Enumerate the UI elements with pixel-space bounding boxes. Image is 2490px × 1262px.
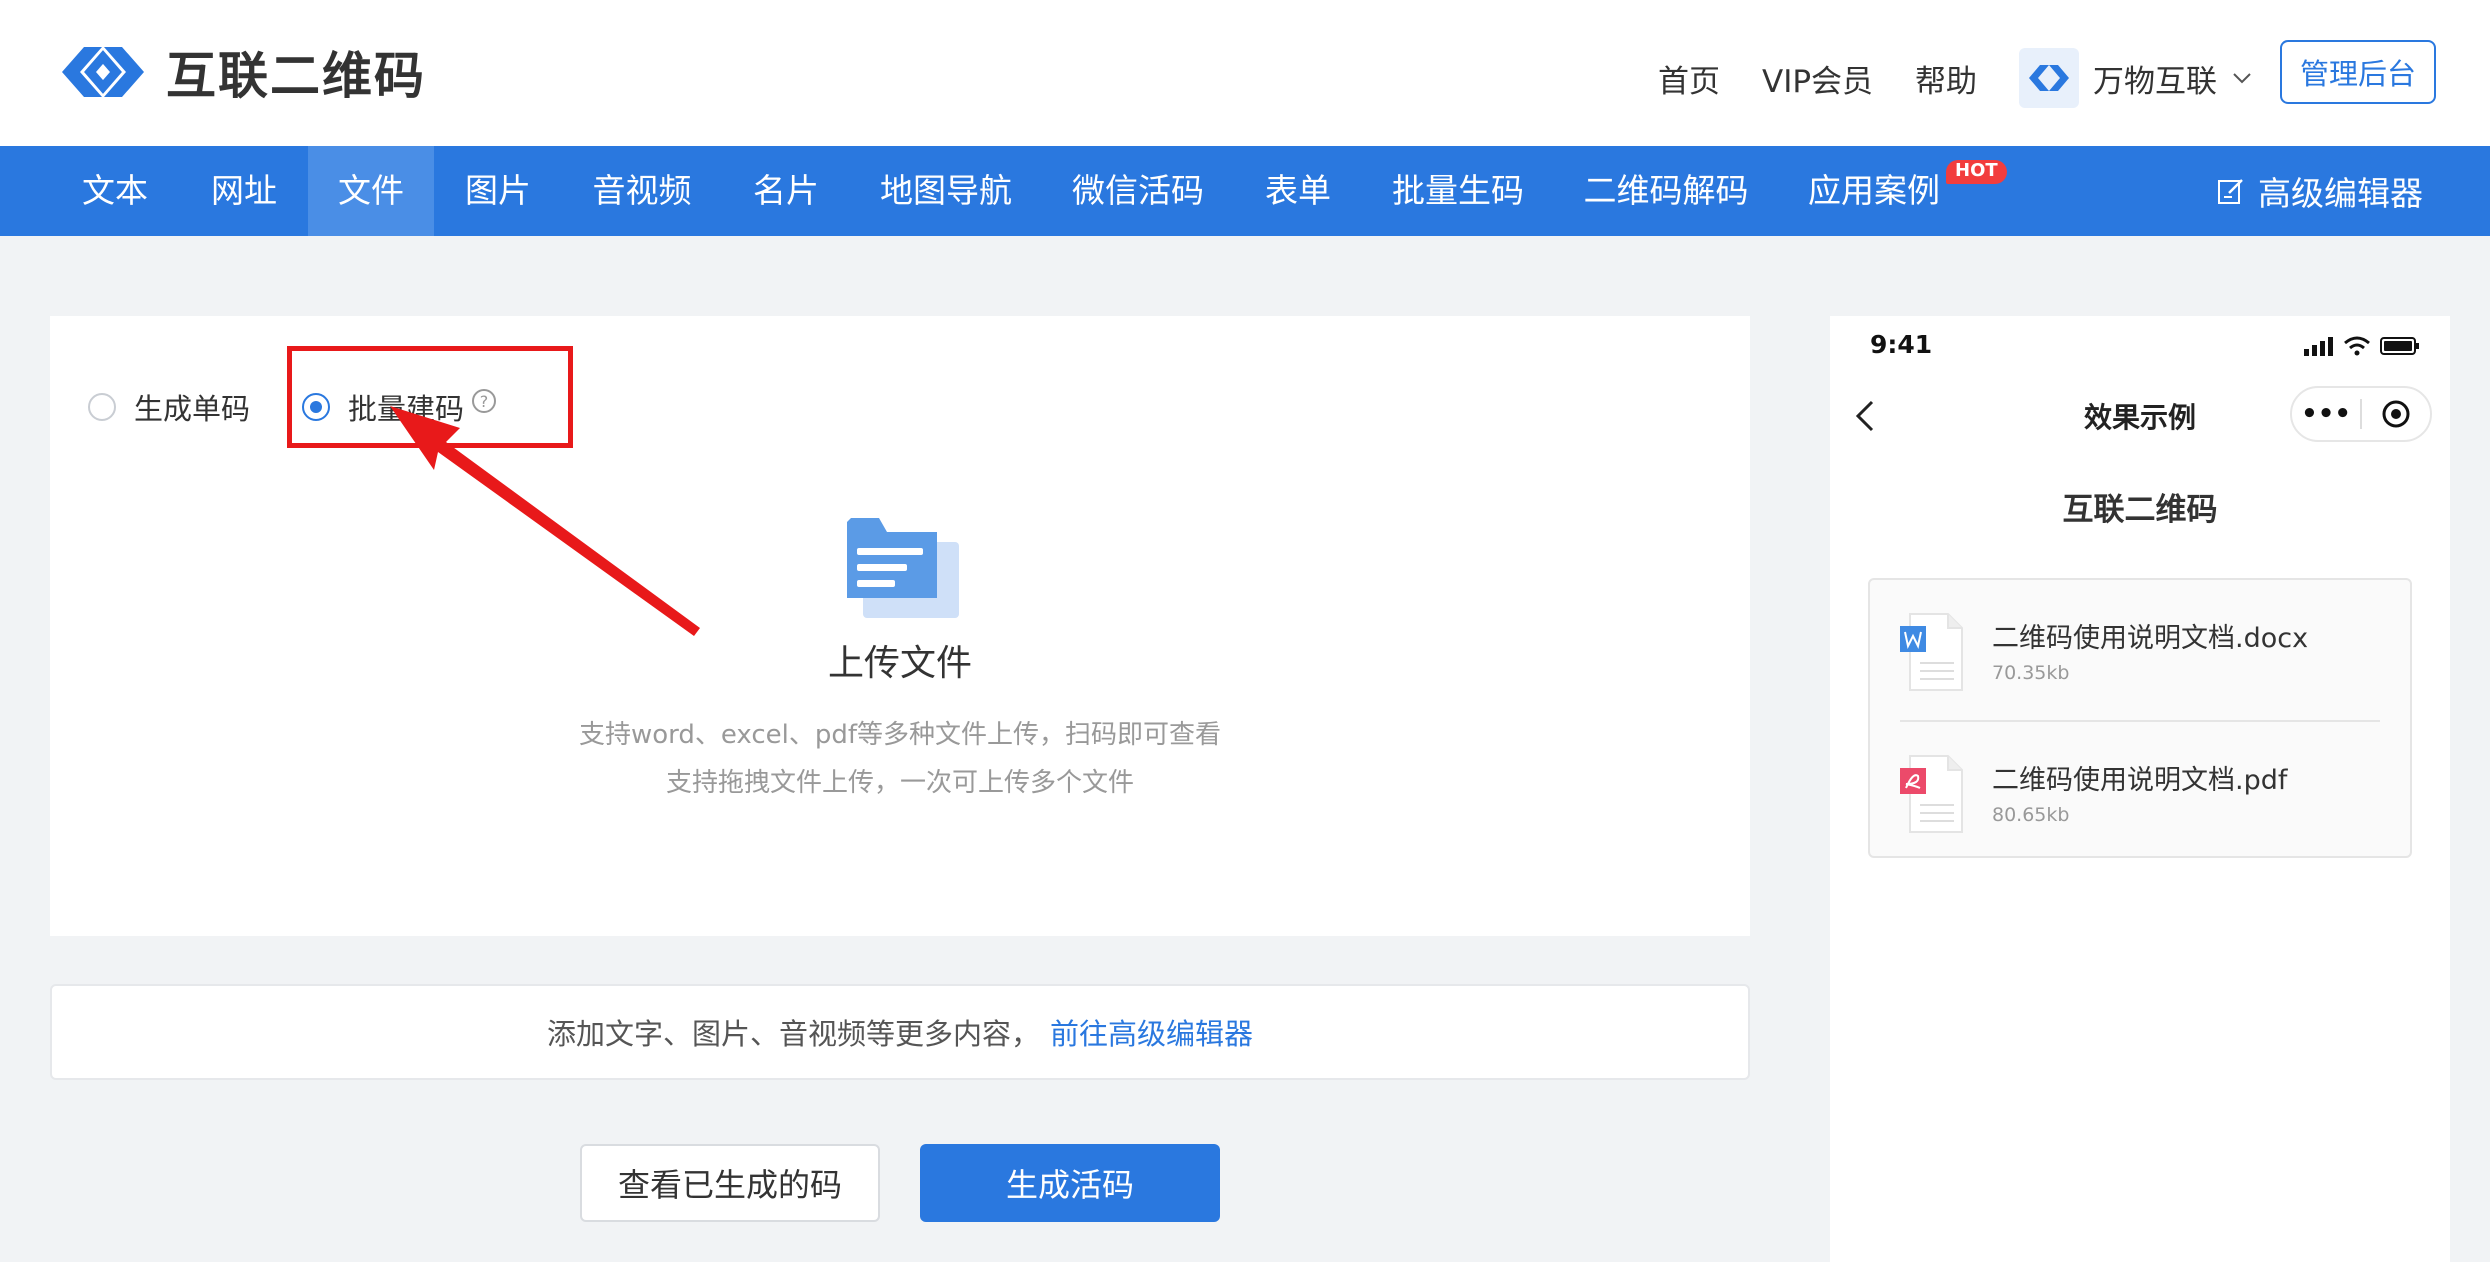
file-name: 二维码使用说明文档.docx	[1992, 623, 2309, 654]
org-logo-icon	[2019, 48, 2080, 108]
upload-title: 上传文件	[827, 643, 972, 684]
org-switcher[interactable]: 万物互联	[2019, 48, 2253, 108]
chevron-down-icon	[2233, 73, 2251, 84]
file-item-pdf[interactable]: 二维码使用说明文档.pdf 80.65kb	[1870, 722, 2410, 862]
advanced-editor-link[interactable]: 高级编辑器	[2216, 146, 2423, 236]
more-content-text: 添加文字、图片、音视频等更多内容，	[546, 1017, 1040, 1051]
nav-item-cases[interactable]: 应用案例	[1778, 146, 1970, 236]
nav-item-wechat[interactable]: 微信活码	[1042, 146, 1234, 236]
nav-item-business-card[interactable]: 名片	[722, 146, 850, 236]
top-header: 互联二维码 首页 VIP会员 帮助 万物互联 管理后台	[0, 0, 2490, 146]
nav-item-file[interactable]: 文件	[308, 146, 434, 236]
status-time: 9:41	[1870, 330, 1933, 359]
org-name: 万物互联	[2093, 63, 2218, 100]
upload-desc-line1: 支持word、excel、pdf等多种文件上传，扫码即可查看	[578, 720, 1222, 750]
view-generated-codes-button[interactable]: 查看已生成的码	[580, 1144, 880, 1222]
file-name: 二维码使用说明文档.pdf	[1992, 765, 2288, 796]
site-logo[interactable]: 互联二维码	[54, 36, 426, 108]
radio-circle[interactable]	[88, 393, 116, 421]
admin-console-button[interactable]: 管理后台	[2280, 40, 2436, 104]
file-list: 二维码使用说明文档.docx 70.35kb 二维码使用说明文档.pdf 80.…	[1868, 578, 2412, 858]
nav-item-batch[interactable]: 批量生码	[1362, 146, 1554, 236]
advanced-editor-label: 高级编辑器	[2258, 174, 2423, 213]
hot-badge: HOT	[1946, 160, 2007, 184]
nav-item-url[interactable]: 网址	[180, 146, 308, 236]
nav-item-form[interactable]: 表单	[1234, 146, 1362, 236]
nav-item-map[interactable]: 地图导航	[850, 146, 1042, 236]
logo-text: 互联二维码	[166, 47, 426, 105]
nav-item-audio-video[interactable]: 音视频	[562, 146, 722, 236]
file-item-docx[interactable]: 二维码使用说明文档.docx 70.35kb	[1870, 580, 2410, 720]
file-upload-icon[interactable]	[843, 512, 963, 624]
status-icons	[2304, 336, 2420, 356]
more-options-icon[interactable]: •••	[2292, 399, 2360, 429]
link-home[interactable]: 首页	[1658, 56, 1720, 101]
miniprogram-capsule: •••	[2290, 386, 2432, 442]
link-help[interactable]: 帮助	[1915, 56, 1977, 101]
annotation-arrow	[390, 406, 700, 636]
main-nav: 文本 网址 文件 图片 音视频 名片 地图导航 微信活码 表单 批量生码 二维码…	[0, 146, 2490, 236]
file-size: 80.65kb	[1992, 804, 2070, 826]
pdf-icon	[1900, 755, 1963, 833]
radio-single-label: 生成单码	[134, 392, 251, 426]
edit-icon	[2218, 179, 2243, 204]
file-size: 70.35kb	[1992, 662, 2070, 684]
generate-code-button[interactable]: 生成活码	[920, 1144, 1220, 1222]
battery-icon	[2380, 337, 2419, 355]
nav-item-image[interactable]: 图片	[434, 146, 562, 236]
wifi-icon	[2344, 336, 2370, 356]
upload-desc-line2: 支持拖拽文件上传，一次可上传多个文件	[665, 768, 1134, 798]
upload-card: 生成单码 批量建码 ? 上传文件 支持word、excel、pdf等多种文件上传…	[50, 316, 1750, 936]
logo-icon	[62, 47, 144, 97]
preview-subtitle: 互联二维码	[2062, 492, 2218, 528]
top-links: 首页 VIP会员 帮助 万物互联	[1658, 48, 2253, 108]
more-content-bar: 添加文字、图片、音视频等更多内容， 前往高级编辑器	[50, 984, 1750, 1080]
link-vip[interactable]: VIP会员	[1762, 56, 1873, 101]
close-miniprogram-icon[interactable]	[2362, 399, 2430, 429]
phone-preview: 9:41 效果示例 ••• 互联二维码 二维码使用说明文档.docx 70.35…	[1830, 316, 2450, 1262]
signal-icon	[2304, 337, 2333, 356]
nav-item-text[interactable]: 文本	[50, 146, 180, 236]
nav-item-decode[interactable]: 二维码解码	[1554, 146, 1778, 236]
word-icon	[1900, 613, 1963, 691]
radio-single-code[interactable]: 生成单码	[88, 386, 250, 428]
go-advanced-editor-link[interactable]: 前往高级编辑器	[1050, 1011, 1253, 1053]
